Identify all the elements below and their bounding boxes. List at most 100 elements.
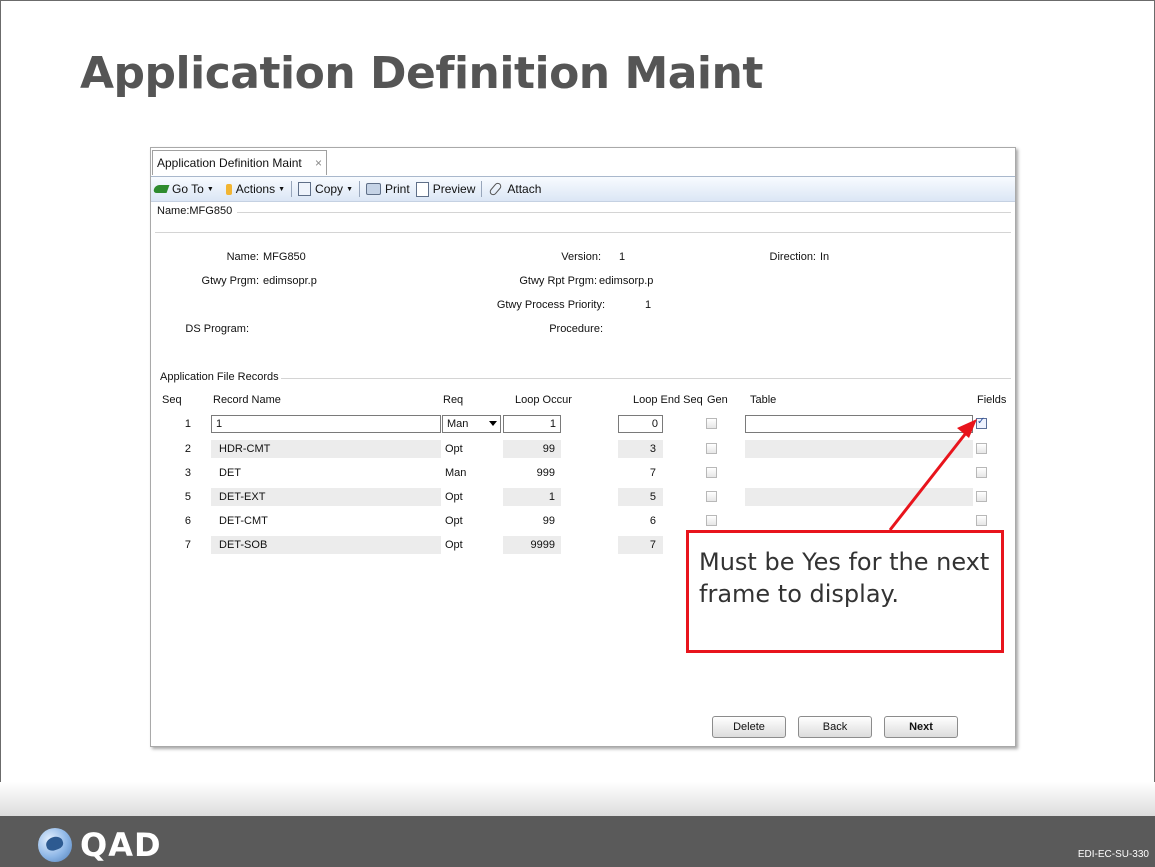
chevron-down-icon [489, 421, 497, 426]
record-name-cell[interactable]: DET-SOB [219, 535, 267, 555]
lightbulb-icon [225, 183, 232, 195]
toolbar-separator [291, 181, 293, 197]
qad-logo-text: QAD [80, 826, 162, 864]
gtwy-rpt-prgm-label: Gtwy Rpt Prgm: [519, 275, 597, 287]
paperclip-icon [488, 181, 504, 197]
loop-end-seq-cell[interactable]: 7 [618, 463, 656, 483]
table-row: 1 1 Man 1 0 [157, 414, 1005, 434]
callout-note: Must be Yes for the next frame to displa… [686, 530, 1004, 653]
fields-checkbox[interactable] [976, 416, 987, 429]
name-label: Name: [226, 251, 259, 263]
table-cell[interactable] [745, 440, 973, 458]
actions-label: Actions [235, 182, 276, 196]
footer-bar [0, 816, 1155, 867]
column-header-seq: Seq [162, 394, 182, 406]
divider [155, 232, 1011, 233]
req-cell[interactable]: Opt [445, 511, 463, 531]
column-header-fields: Fields [977, 394, 1007, 406]
preview-button[interactable]: Preview [413, 181, 479, 197]
copy-menu-button[interactable]: Copy ▼ [295, 182, 356, 196]
preview-icon [415, 181, 429, 197]
req-cell[interactable]: Opt [445, 439, 463, 459]
table-cell[interactable] [745, 488, 973, 506]
column-header-req: Req [443, 394, 464, 406]
divider [281, 378, 1011, 379]
loop-end-seq-cell[interactable]: 6 [618, 511, 656, 531]
record-name-cell[interactable]: HDR-CMT [219, 439, 270, 459]
loop-occur-cell[interactable]: 999 [503, 463, 555, 483]
req-select[interactable]: Man [442, 415, 501, 433]
tab-application-definition-maint[interactable]: Application Definition Maint × [152, 150, 327, 175]
table-input[interactable] [745, 415, 973, 433]
req-cell[interactable]: Man [445, 463, 466, 483]
print-button[interactable]: Print [363, 182, 413, 196]
record-name-cell[interactable]: DET-CMT [219, 511, 268, 531]
attach-label: Attach [507, 182, 542, 196]
back-button[interactable]: Back [798, 716, 872, 738]
table-row: 2 HDR-CMT Opt 99 3 [157, 439, 1005, 459]
ds-program-label: DS Program: [185, 323, 249, 335]
loop-occur-cell[interactable]: 99 [503, 439, 555, 459]
seq-cell: 2 [184, 443, 191, 455]
fields-checkbox[interactable] [976, 491, 987, 502]
seq-cell: 5 [184, 491, 191, 503]
gtwy-prgm-label: Gtwy Prgm: [201, 275, 259, 287]
direction-value: In [820, 251, 830, 263]
delete-button[interactable]: Delete [712, 716, 786, 738]
divider [237, 212, 1011, 213]
chevron-down-icon: ▼ [206, 185, 214, 193]
record-name-cell[interactable]: DET-EXT [219, 487, 265, 507]
gen-checkbox[interactable] [706, 467, 717, 478]
loop-end-seq-input[interactable]: 0 [618, 415, 663, 433]
procedure-label: Procedure: [549, 323, 603, 335]
seq-cell: 6 [184, 515, 191, 527]
close-icon[interactable]: × [315, 151, 322, 176]
loop-occur-cell[interactable]: 99 [503, 511, 555, 531]
name-value: MFG850 [263, 251, 306, 263]
fields-checkbox[interactable] [976, 443, 987, 454]
seq-cell: 3 [184, 467, 191, 479]
seq-cell: 7 [184, 539, 191, 551]
req-cell[interactable]: Opt [445, 535, 463, 555]
document-code: EDI-EC-SU-330 [1077, 849, 1149, 860]
loop-end-seq-cell[interactable]: 5 [618, 487, 656, 507]
preview-label: Preview [432, 182, 476, 196]
column-header-record-name: Record Name [213, 394, 281, 406]
fields-checkbox[interactable] [976, 515, 987, 526]
version-label: Version: [561, 251, 601, 263]
goto-icon [152, 185, 170, 193]
gen-checkbox[interactable] [706, 443, 717, 454]
gen-checkbox[interactable] [706, 418, 717, 429]
gtwy-rpt-prgm-value: edimsorp.p [599, 275, 654, 287]
seq-cell: 1 [184, 418, 191, 430]
gtwy-prgm-value: edimsopr.p [263, 275, 317, 287]
copy-label: Copy [315, 182, 344, 196]
direction-label: Direction: [769, 251, 816, 263]
name-bar: Name:MFG850 [157, 205, 233, 217]
section-label: Application File Records [160, 371, 279, 383]
attach-button[interactable]: Attach [485, 181, 544, 197]
loop-end-seq-cell[interactable]: 3 [618, 439, 656, 459]
copy-icon [298, 182, 312, 196]
toolbar: Go To ▼ Actions ▼ Copy ▼ Print Preview Atta… [151, 177, 1015, 202]
record-name-cell[interactable]: DET [219, 463, 241, 483]
table-row: 5 DET-EXT Opt 1 5 [157, 487, 1005, 507]
actions-menu-button[interactable]: Actions ▼ [217, 182, 288, 196]
loop-occur-cell[interactable]: 9999 [503, 535, 555, 555]
loop-occur-cell[interactable]: 1 [503, 487, 555, 507]
loop-end-seq-cell[interactable]: 7 [618, 535, 656, 555]
column-header-table: Table [750, 394, 777, 406]
gen-checkbox[interactable] [706, 491, 717, 502]
record-name-input[interactable]: 1 [211, 415, 441, 433]
tab-label: Application Definition Maint [157, 156, 302, 170]
fields-checkbox[interactable] [976, 467, 987, 478]
gtwy-priority-label: Gtwy Process Priority: [496, 299, 605, 311]
table-row: 6 DET-CMT Opt 99 6 [157, 511, 1005, 531]
goto-menu-button[interactable]: Go To ▼ [151, 182, 217, 196]
req-cell[interactable]: Opt [445, 487, 463, 507]
gen-checkbox[interactable] [706, 515, 717, 526]
loop-occur-input[interactable]: 1 [503, 415, 561, 433]
table-row: 3 DET Man 999 7 [157, 463, 1005, 483]
printer-icon [366, 183, 381, 195]
next-button[interactable]: Next [884, 716, 958, 738]
